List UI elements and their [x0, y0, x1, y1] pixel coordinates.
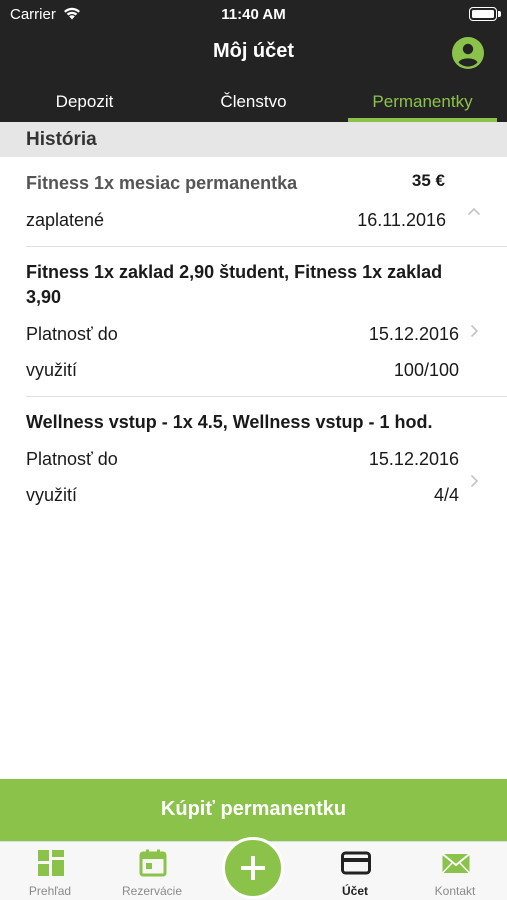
list-item[interactable]: Wellness vstup - 1x 4.5, Wellness vstup … [0, 396, 507, 521]
tab-permanentky[interactable]: Permanentky [338, 82, 507, 122]
top-header: Carrier 11:40 AM Môj účet Depozit Členst… [0, 0, 507, 122]
tabbar-item-kontakt[interactable]: Kontakt [405, 842, 505, 900]
detail-row: Platnosť do 15.12.2016 [26, 322, 459, 346]
list-item[interactable]: Fitness 1x zaklad 2,90 študent, Fitness … [0, 246, 507, 396]
credit-card-icon [341, 851, 371, 875]
row-value: 100/100 [393, 360, 459, 380]
plus-icon [241, 856, 265, 880]
row-label: využití [26, 360, 78, 380]
row-label: Platnosť do [26, 324, 118, 344]
item-title: Fitness 1x mesiac permanentka [26, 173, 298, 193]
detail-row: zaplatené 16.11.2016 [26, 208, 446, 232]
envelope-icon [441, 853, 471, 874]
tabbar-label: Rezervácie [121, 884, 183, 898]
detail-row: využití 4/4 [26, 483, 459, 507]
tabbar-item-rezervacie[interactable]: Rezervácie [102, 842, 202, 900]
row-label: zaplatené [26, 210, 105, 230]
chevron-right-icon[interactable] [467, 474, 481, 488]
page-title: Môj účet [212, 40, 295, 62]
tabbar-label: Prehľad [28, 884, 72, 898]
item-price: 35 € [411, 171, 445, 190]
section-header-historia: História [0, 122, 507, 157]
row-value: 15.12.2016 [368, 449, 459, 469]
row-value: 16.11.2016 [357, 210, 446, 230]
tab-depozit[interactable]: Depozit [0, 82, 169, 122]
account-circle-icon[interactable] [451, 36, 485, 70]
row-label: využití [26, 485, 78, 505]
tabbar-label: Kontakt [434, 884, 476, 898]
row-value: 15.12.2016 [368, 324, 459, 344]
chevron-right-icon[interactable] [467, 324, 481, 338]
clock: 11:40 AM [221, 6, 286, 23]
battery-icon [469, 7, 501, 21]
detail-row: Platnosť do 15.12.2016 [26, 447, 459, 471]
chevron-up-icon[interactable] [467, 205, 481, 219]
tab-clenstvo[interactable]: Členstvo [169, 82, 338, 122]
calendar-icon [139, 849, 167, 877]
add-button[interactable] [222, 837, 284, 899]
list-item[interactable]: Fitness 1x mesiac permanentka 35 € zapla… [0, 157, 507, 246]
tabbar-label: Účet [341, 884, 368, 898]
item-title: Fitness 1x zaklad 2,90 študent, Fitness … [26, 262, 443, 307]
row-value: 4/4 [433, 485, 459, 505]
dashboard-icon [38, 850, 64, 876]
buy-pass-button[interactable]: Kúpiť permanentku [0, 779, 507, 841]
permanentky-list: Fitness 1x mesiac permanentka 35 € zapla… [0, 157, 507, 521]
tabbar-item-prehlad[interactable]: Prehľad [0, 842, 100, 900]
detail-row: využití 100/100 [26, 358, 459, 382]
segment-tabs: Depozit Členstvo Permanentky [0, 82, 507, 122]
row-label: Platnosť do [26, 449, 118, 469]
item-title: Wellness vstup - 1x 4.5, Wellness vstup … [26, 412, 433, 432]
tabbar-item-ucet[interactable]: Účet [305, 842, 405, 900]
status-bar: Carrier 11:40 AM [0, 0, 507, 28]
